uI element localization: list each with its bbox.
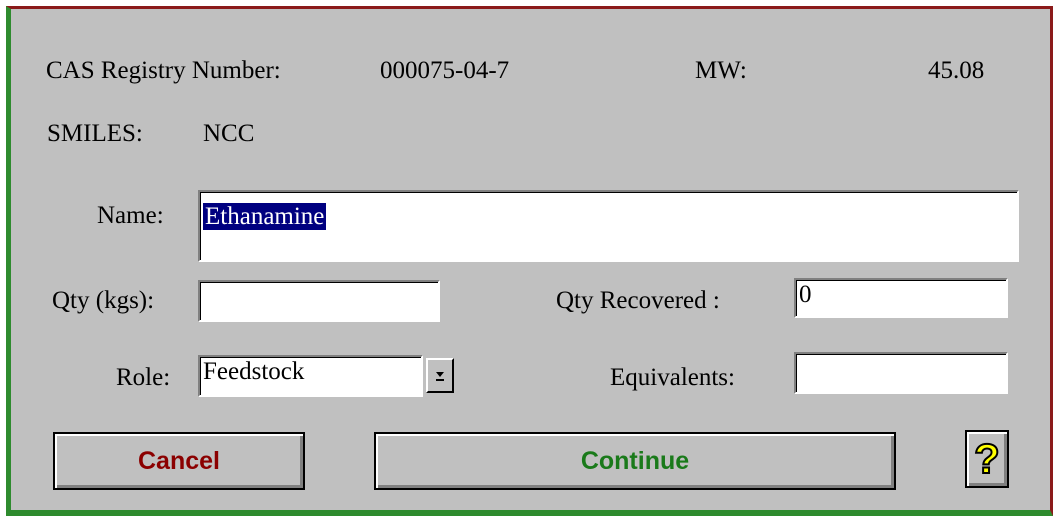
role-dropdown-button[interactable] xyxy=(426,358,454,393)
equivalents-input[interactable] xyxy=(794,352,1008,394)
smiles-value: NCC xyxy=(203,120,255,147)
help-icon: ? xyxy=(973,435,1001,482)
role-select[interactable]: Feedstock xyxy=(198,355,423,397)
qty-input[interactable] xyxy=(198,280,440,322)
role-value: Feedstock xyxy=(203,358,305,385)
qty-recovered-label: Qty Recovered : xyxy=(556,287,720,314)
help-button[interactable]: ? xyxy=(965,430,1009,488)
smiles-label: SMILES: xyxy=(47,120,143,147)
continue-label: Continue xyxy=(580,446,690,475)
name-value: Ethanamine xyxy=(203,203,327,230)
qty-label: Qty (kgs): xyxy=(52,287,155,314)
role-label: Role: xyxy=(116,364,171,391)
qty-recovered-value: 0 xyxy=(799,281,812,308)
cancel-label: Cancel xyxy=(138,446,220,475)
cas-label: CAS Registry Number: xyxy=(46,57,281,84)
mw-label: MW: xyxy=(695,57,747,84)
continue-button[interactable]: Continue xyxy=(374,432,896,490)
qty-recovered-input[interactable]: 0 xyxy=(794,278,1008,318)
name-label: Name: xyxy=(97,202,164,229)
mw-value: 45.08 xyxy=(928,57,985,84)
cancel-button[interactable]: Cancel xyxy=(53,432,305,490)
cas-value: 000075-04-7 xyxy=(380,57,510,84)
compound-dialog: CAS Registry Number: 000075-04-7 MW: 45.… xyxy=(0,0,1059,520)
dropdown-arrow-icon xyxy=(436,371,444,381)
name-input[interactable]: Ethanamine xyxy=(198,190,1019,262)
equivalents-label: Equivalents: xyxy=(610,364,735,391)
